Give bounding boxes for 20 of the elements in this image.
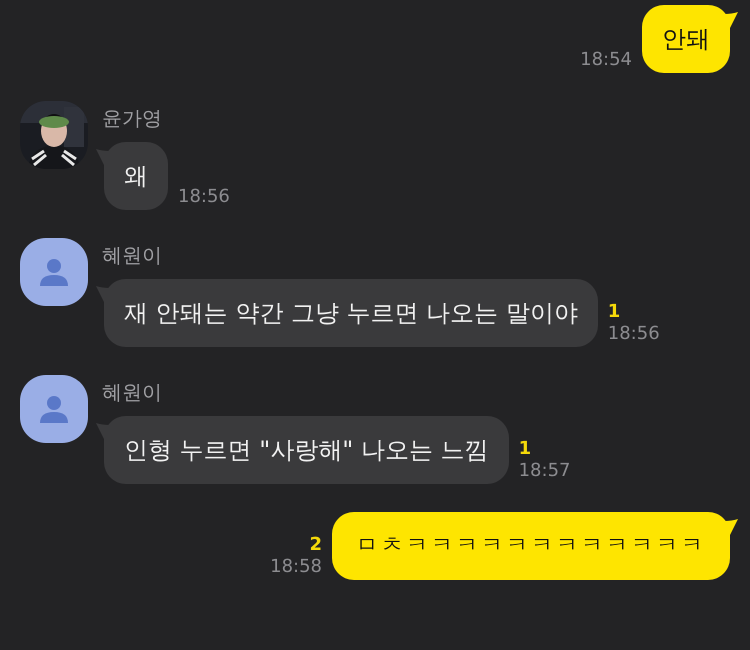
unread-count: 1 [518, 438, 532, 460]
message-bubble: ㅁㅊㅋㅋㅋㅋㅋㅋㅋㅋㅋㅋㅋㅋ [332, 512, 730, 580]
message-bubble: 안돼 [642, 5, 730, 73]
message-bubble: 인형 누르면 "사랑해" 나오는 느낌 [104, 416, 509, 484]
sender-name: 윤가영 [102, 106, 163, 130]
message-time: 18:56 [178, 186, 230, 208]
unread-count: 2 [309, 534, 322, 556]
bubble-tail [724, 12, 738, 28]
bubble-tail [724, 518, 738, 535]
message-time: 18:57 [518, 460, 570, 482]
message-time: 18:56 [608, 323, 660, 345]
unread-count: 1 [608, 301, 620, 323]
message-time: 18:58 [270, 556, 322, 578]
message-bubble: 재 안돼는 약간 그냥 누르면 나오는 말이야 [104, 279, 598, 347]
message-time: 18:54 [580, 49, 632, 71]
person-icon [40, 258, 68, 286]
sender-name: 혜원이 [102, 243, 163, 267]
message-bubble: 왜 [104, 142, 168, 210]
sender-name: 혜원이 [102, 380, 163, 404]
person-icon [40, 395, 68, 423]
